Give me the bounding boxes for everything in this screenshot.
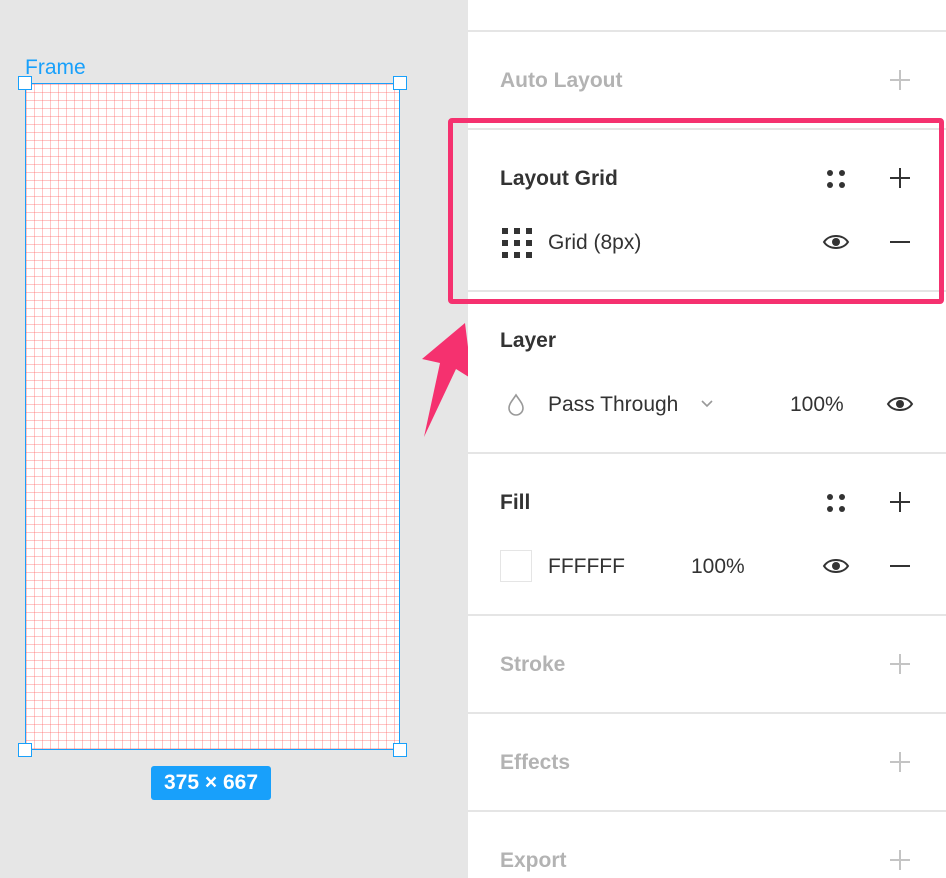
- effects-title: Effects: [500, 751, 571, 774]
- fill-title: Fill: [500, 491, 531, 514]
- plus-icon[interactable]: [888, 490, 912, 514]
- minus-icon[interactable]: [888, 554, 912, 578]
- style-dots-icon[interactable]: [824, 491, 848, 515]
- layer-title: Layer: [500, 329, 557, 352]
- plus-icon[interactable]: [888, 166, 912, 190]
- plus-icon[interactable]: [888, 68, 912, 92]
- blend-mode-select[interactable]: Pass Through: [548, 393, 678, 417]
- properties-panel: Auto Layout Layout Grid Grid (8px) Layer…: [468, 0, 946, 878]
- chevron-down-icon[interactable]: [700, 398, 714, 410]
- divider: [468, 614, 946, 616]
- plus-icon[interactable]: [888, 652, 912, 676]
- size-badge: 375 × 667: [151, 766, 271, 800]
- fill-color-swatch[interactable]: [500, 550, 532, 582]
- fill-hex-input[interactable]: FFFFFF: [548, 555, 625, 579]
- plus-icon[interactable]: [888, 750, 912, 774]
- auto-layout-title: Auto Layout: [500, 69, 623, 92]
- eye-icon[interactable]: [822, 230, 850, 254]
- export-title: Export: [500, 849, 567, 872]
- layout-grid-title: Layout Grid: [500, 167, 618, 190]
- resize-handle-top-left[interactable]: [18, 76, 32, 90]
- minus-icon[interactable]: [888, 230, 912, 254]
- divider: [468, 30, 946, 32]
- divider: [468, 128, 946, 130]
- divider: [468, 810, 946, 812]
- layer-opacity[interactable]: 100%: [790, 393, 844, 417]
- grid-item-label[interactable]: Grid (8px): [548, 231, 641, 255]
- divider: [468, 712, 946, 714]
- frame[interactable]: [25, 83, 400, 750]
- eye-icon[interactable]: [822, 554, 850, 578]
- resize-handle-bottom-left[interactable]: [18, 743, 32, 757]
- resize-handle-bottom-right[interactable]: [393, 743, 407, 757]
- plus-icon[interactable]: [888, 848, 912, 872]
- style-dots-icon[interactable]: [824, 167, 848, 191]
- frame-label[interactable]: Frame: [25, 56, 86, 80]
- canvas[interactable]: Frame 375 × 667: [0, 0, 472, 878]
- droplet-icon: [508, 393, 524, 416]
- fill-opacity[interactable]: 100%: [691, 555, 745, 579]
- divider: [468, 452, 946, 454]
- stroke-title: Stroke: [500, 653, 566, 676]
- eye-icon[interactable]: [886, 392, 914, 416]
- resize-handle-top-right[interactable]: [393, 76, 407, 90]
- grid-icon[interactable]: [500, 226, 534, 260]
- divider: [468, 290, 946, 292]
